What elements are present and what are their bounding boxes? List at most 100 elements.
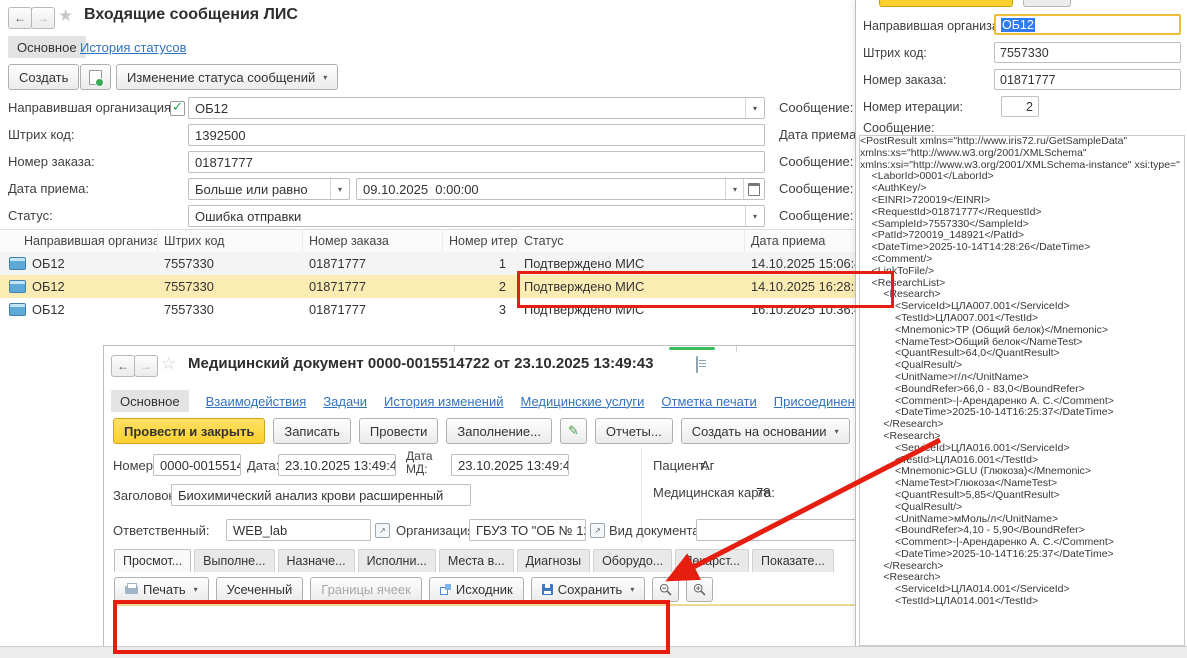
tab-status-history[interactable]: История статусов <box>80 40 187 55</box>
panel-barcode-input[interactable]: 7557330 <box>994 42 1181 63</box>
chevron-down-icon: ▾ <box>194 585 198 594</box>
back-button[interactable]: ← <box>8 7 32 29</box>
xml-line: <Comment>-|-Арендаренко А. С.</Comment> <box>860 396 1184 408</box>
doc-back-button[interactable]: ← <box>111 355 135 377</box>
post-and-close-button[interactable]: Провести и закрыть <box>113 418 265 444</box>
lis-table-row[interactable]: ОБ127557330018717772Подтверждено МИС14.1… <box>0 275 890 298</box>
write-button-partial[interactable] <box>1023 0 1071 7</box>
open-link-icon[interactable]: ↗ <box>375 523 390 538</box>
responsible-input[interactable]: WEB_lab <box>226 519 371 541</box>
doc-nav-tabs: Основное Взаимодействия Задачи История изме… <box>111 390 879 412</box>
column-header-org[interactable]: Направившая организация <box>0 230 158 252</box>
responsible-label: Ответственный: <box>113 523 209 538</box>
lis-table-row[interactable]: ОБ127557330018717771Подтверждено МИС14.1… <box>0 252 890 275</box>
section-tab-8[interactable]: Лекарст... <box>675 549 749 572</box>
section-tab-4[interactable]: Исполни... <box>358 549 436 572</box>
fill-pen-button[interactable]: ✎ <box>560 418 587 444</box>
patient-value[interactable]: Аг <box>701 458 714 473</box>
chevron-down-icon[interactable]: ▾ <box>745 206 764 226</box>
document-icon[interactable] <box>696 356 698 373</box>
panel-org-input[interactable]: ОБ12 <box>994 14 1181 35</box>
message-icon <box>9 280 26 293</box>
doc-tab-3[interactable]: Задачи <box>323 394 367 409</box>
table-cell: Подтверждено МИС <box>518 252 745 275</box>
section-tab-3[interactable]: Назначе... <box>278 549 355 572</box>
lis-table-row[interactable]: ОБ127557330018717773Подтверждено МИС16.1… <box>0 298 890 321</box>
message-xml-textarea[interactable]: <PostResult xmlns="http://www.iris72.ru/… <box>859 135 1185 646</box>
favorite-star-icon[interactable]: ★ <box>58 6 73 26</box>
calendar-icon[interactable] <box>743 179 764 199</box>
section-tab-1[interactable]: Просмот... <box>114 549 191 572</box>
save-and-close-button-partial[interactable] <box>879 0 1013 7</box>
table-cell: ОБ12 <box>0 252 158 275</box>
doc-forward-button[interactable]: → <box>134 355 158 377</box>
chevron-down-icon[interactable]: ▾ <box>330 179 349 199</box>
doc-tab-2[interactable]: Взаимодействия <box>206 394 307 409</box>
table-cell: 7557330 <box>158 275 303 298</box>
filter-barcode-input[interactable]: 1392500 <box>188 124 765 146</box>
change-status-button[interactable]: Изменение статуса сообщений▾ <box>116 64 338 90</box>
filter-date-condition-select[interactable]: Больше или равно▾ <box>188 178 350 200</box>
doc-tab-5[interactable]: Медицинские услуги <box>521 394 645 409</box>
print-button[interactable]: Печать▾ <box>114 577 209 602</box>
chevron-down-icon[interactable]: ▾ <box>745 98 764 118</box>
create-based-on-button[interactable]: Создать на основании▾ <box>681 418 850 444</box>
create-button[interactable]: Создать <box>8 64 79 90</box>
cell-borders-button[interactable]: Границы ячеек <box>310 577 422 602</box>
filter-org-input[interactable]: ОБ12▾ <box>188 97 765 119</box>
xml-line: <Comment>-|-Арендаренко А. С.</Comment> <box>860 537 1184 549</box>
table-cell: 7557330 <box>158 252 303 275</box>
chevron-down-icon: ▾ <box>323 73 327 82</box>
save-button[interactable]: Сохранить▾ <box>531 577 646 602</box>
panel-order-input[interactable]: 01871777 <box>994 69 1181 90</box>
xml-line: <TestId>ЦЛА014.001</TestId> <box>860 596 1184 608</box>
pen-icon: ✎ <box>568 423 579 439</box>
panel-iteration-input[interactable]: 2 <box>1001 96 1039 117</box>
screen: ← → ★ Входящие сообщения ЛИС Основное Ис… <box>0 0 1187 658</box>
xml-line: <Research> <box>860 572 1184 584</box>
med-card-value[interactable]: 78 <box>756 485 770 500</box>
section-tab-7[interactable]: Оборудо... <box>593 549 672 572</box>
reports-button[interactable]: Отчеты... <box>595 418 673 444</box>
filter-status-input[interactable]: Ошибка отправки▾ <box>188 205 765 227</box>
filter-date-input[interactable]: 09.10.2025 0:00:00▾ <box>356 178 765 200</box>
column-header-barcode[interactable]: Штрих код <box>158 230 303 252</box>
zoom-in-button[interactable] <box>686 577 713 602</box>
column-header-order[interactable]: Номер заказа <box>303 230 443 252</box>
table-cell: 2 <box>443 275 518 298</box>
source-button[interactable]: Исходник <box>429 577 524 602</box>
section-tab-6[interactable]: Диагнозы <box>517 549 590 572</box>
forward-button[interactable]: → <box>31 7 55 29</box>
number-input[interactable]: 0000-0015514722 <box>153 454 241 476</box>
xml-line: <ServiceId>ЦЛА016.001</ServiceId> <box>860 443 1184 455</box>
favorite-star-icon[interactable]: ☆ <box>161 354 176 374</box>
filter-org-checkbox[interactable] <box>170 101 185 116</box>
source-icon <box>440 584 451 595</box>
write-button[interactable]: Записать <box>273 418 351 444</box>
chevron-down-icon[interactable]: ▾ <box>725 179 744 199</box>
header-input[interactable]: Биохимический анализ крови расширенный <box>171 484 471 506</box>
tab-main[interactable]: Основное <box>8 36 86 58</box>
section-tab-2[interactable]: Выполне... <box>194 549 274 572</box>
read-message-button[interactable] <box>80 64 111 90</box>
xml-line: <ResearchList> <box>860 278 1184 290</box>
filter-order-input[interactable]: 01871777 <box>188 151 765 173</box>
date-input[interactable]: 23.10.2025 13:49:43 <box>278 454 396 476</box>
magnifier-minus-icon <box>659 583 672 596</box>
lis-table-header: Направившая организация Штрих код Номер … <box>0 229 890 253</box>
section-tab-5[interactable]: Места в... <box>439 549 514 572</box>
post-button[interactable]: Провести <box>359 418 439 444</box>
column-header-status[interactable]: Статус <box>518 230 745 252</box>
organization-input[interactable]: ГБУЗ ТО "ОБ № 12" <box>469 519 586 541</box>
doc-tab-1[interactable]: Основное <box>111 390 189 412</box>
date-md-input[interactable]: 23.10.2025 13:49:43 <box>451 454 569 476</box>
doc-tab-4[interactable]: История изменений <box>384 394 504 409</box>
doc-tab-6[interactable]: Отметка печати <box>661 394 756 409</box>
truncated-button[interactable]: Усеченный <box>216 577 304 602</box>
open-link-icon[interactable]: ↗ <box>590 523 605 538</box>
table-cell: 01871777 <box>303 298 443 321</box>
fill-button[interactable]: Заполнение... <box>446 418 552 444</box>
column-header-iteration[interactable]: Номер итера... <box>443 230 518 252</box>
zoom-out-button[interactable] <box>652 577 679 602</box>
section-tab-9[interactable]: Показате... <box>752 549 834 572</box>
